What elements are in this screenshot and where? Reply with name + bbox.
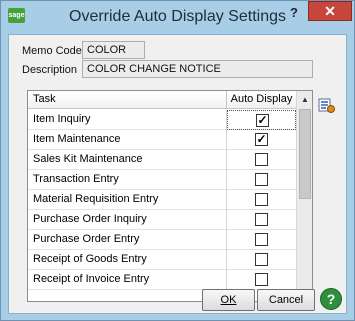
auto-display-checkbox[interactable] (255, 253, 268, 266)
ok-button[interactable]: OK (202, 289, 255, 311)
auto-display-cell[interactable] (227, 210, 296, 230)
task-cell[interactable]: Transaction Entry (28, 170, 227, 190)
table-row[interactable]: Purchase Order Entry (28, 230, 296, 250)
settings-list-icon[interactable] (318, 97, 335, 114)
auto-display-cell[interactable] (227, 190, 296, 210)
dialog-body: Memo Code COLOR CHG Description COLOR CH… (8, 34, 347, 314)
description-label: Description (22, 64, 78, 76)
column-header-auto-display[interactable]: Auto Display (227, 91, 296, 109)
task-cell[interactable]: Item Maintenance (28, 130, 227, 150)
scrollbar-thumb[interactable] (299, 109, 311, 199)
description-field: COLOR CHANGE NOTICE (82, 60, 313, 78)
memo-code-label: Memo Code (22, 45, 82, 57)
auto-display-checkbox[interactable] (255, 173, 268, 186)
task-cell[interactable]: Item Inquiry (28, 110, 227, 130)
table-row[interactable]: Receipt of Invoice Entry (28, 270, 296, 290)
auto-display-checkbox[interactable] (255, 213, 268, 226)
memo-code-field: COLOR CHG (82, 41, 145, 72)
cancel-button-label: Cancel (268, 294, 304, 306)
ok-button-label: OK (220, 294, 237, 306)
auto-display-checkbox[interactable] (255, 153, 268, 166)
cancel-button[interactable]: Cancel (257, 289, 315, 311)
title-help-button[interactable]: ? (283, 3, 305, 23)
auto-display-cell[interactable] (227, 250, 296, 270)
close-button[interactable]: ✕ (308, 1, 352, 21)
task-cell[interactable]: Sales Kit Maintenance (28, 150, 227, 170)
table-row[interactable]: Sales Kit Maintenance (28, 150, 296, 170)
auto-display-checkbox[interactable] (255, 193, 268, 206)
dialog-window: sage Override Auto Display Settings ? ✕ … (0, 0, 355, 321)
task-grid: Task Auto Display Item Inquiry ✓ Item Main… (27, 90, 313, 302)
task-cell[interactable]: Receipt of Invoice Entry (28, 270, 227, 290)
task-cell[interactable]: Receipt of Goods Entry (28, 250, 227, 270)
auto-display-cell[interactable] (227, 170, 296, 190)
column-header-task[interactable]: Task (28, 91, 227, 109)
auto-display-cell[interactable] (227, 270, 296, 290)
auto-display-checkbox[interactable]: ✓ (255, 133, 268, 146)
task-cell[interactable]: Purchase Order Entry (28, 230, 227, 250)
table-row[interactable]: Material Requisition Entry (28, 190, 296, 210)
table-row[interactable]: Transaction Entry (28, 170, 296, 190)
task-cell[interactable]: Material Requisition Entry (28, 190, 227, 210)
title-bar[interactable]: sage Override Auto Display Settings ? ✕ (1, 1, 354, 34)
grid-header: Task Auto Display (28, 91, 296, 109)
auto-display-cell[interactable] (227, 150, 296, 170)
scroll-up-arrow-icon[interactable]: ▲ (297, 91, 312, 108)
help-button[interactable]: ? (320, 288, 342, 310)
task-cell[interactable]: Purchase Order Inquiry (28, 210, 227, 230)
auto-display-checkbox[interactable] (255, 233, 268, 246)
vertical-scrollbar[interactable]: ▲ ▼ (296, 91, 312, 301)
auto-display-checkbox[interactable] (255, 273, 268, 286)
table-row[interactable]: Purchase Order Inquiry (28, 210, 296, 230)
table-row[interactable]: Item Maintenance ✓ (28, 130, 296, 150)
auto-display-cell[interactable]: ✓ (227, 110, 296, 130)
table-row[interactable]: Receipt of Goods Entry (28, 250, 296, 270)
auto-display-cell[interactable]: ✓ (227, 130, 296, 150)
auto-display-checkbox[interactable]: ✓ (256, 114, 269, 127)
table-row[interactable]: Item Inquiry ✓ (28, 110, 296, 130)
auto-display-cell[interactable] (227, 230, 296, 250)
